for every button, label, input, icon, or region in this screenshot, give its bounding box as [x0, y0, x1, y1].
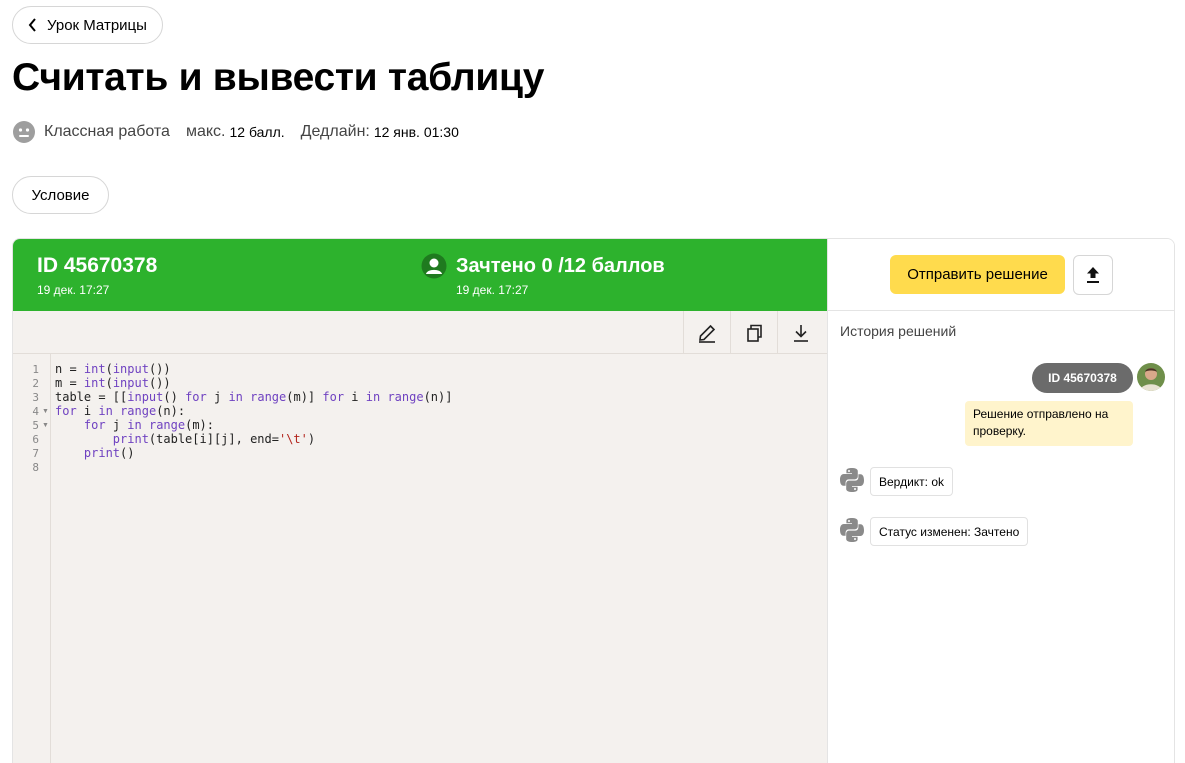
solution-history-panel: Отправить решение История решений ID 456…: [827, 239, 1174, 763]
solution-date: 19 дек. 17:27: [37, 283, 110, 297]
line-number: 4: [32, 405, 39, 418]
code-line: table = [[input() for j in range(m)] for…: [55, 390, 453, 404]
submit-solution-button[interactable]: Отправить решение: [890, 255, 1065, 294]
deadline-value: 12 янв. 01:30: [373, 124, 459, 140]
verdict-date: 19 дек. 17:27: [456, 283, 529, 297]
fold-toggle[interactable]: ▼: [42, 419, 49, 433]
code-editor[interactable]: 1 2 3 4 ▼ 5 ▼ 6 7 8 n = int(input()) m =…: [13, 311, 827, 763]
python-icon: [840, 468, 864, 492]
python-icon: [840, 518, 864, 542]
line-number: 6: [32, 433, 39, 446]
line-number: 3: [32, 391, 39, 404]
status-change-message: Статус изменен: Зачтено: [870, 517, 1029, 546]
copy-icon: [747, 324, 762, 342]
copy-button[interactable]: [730, 311, 777, 354]
code-line: for j in range(m):: [83, 418, 214, 432]
classwork-icon: [13, 121, 35, 143]
max-score-value: 12 балл.: [229, 124, 285, 140]
deadline-label: Дедлайн:: [300, 123, 370, 140]
user-verdict-icon: [421, 253, 447, 279]
line-number: 2: [32, 377, 39, 390]
submit-bar: Отправить решение: [828, 239, 1174, 311]
code-line: for i in range(n):: [55, 404, 186, 418]
code-content[interactable]: n = int(input()) m = int(input()) table …: [55, 362, 452, 474]
code-line: m = int(input()): [55, 376, 171, 390]
history-title: История решений: [840, 323, 957, 339]
solution-id-pill[interactable]: ID 45670378: [1032, 363, 1133, 393]
code-line: print(): [83, 446, 135, 460]
line-number: 8: [32, 461, 39, 474]
back-to-lesson-button[interactable]: Урок Матрицы: [12, 6, 163, 44]
condition-tab[interactable]: Условие: [12, 176, 109, 214]
line-number-gutter: 1 2 3 4 ▼ 5 ▼ 6 7 8: [13, 354, 51, 763]
max-score-label: макс.: [185, 123, 226, 140]
verdict-message: Вердикт: ok: [870, 467, 954, 496]
upload-file-button[interactable]: [1073, 255, 1113, 295]
line-number: 7: [32, 447, 39, 460]
edit-button[interactable]: [683, 311, 730, 354]
code-line: print(table[i][j], end='\t'): [112, 432, 316, 446]
line-number: 1: [32, 363, 39, 376]
upload-icon: [1087, 267, 1099, 283]
message-sent-for-review: Решение отправлено на проверку.: [965, 401, 1133, 446]
back-button-label: Урок Матрицы: [47, 16, 147, 34]
pencil-icon: [699, 324, 716, 343]
solution-status-bar: ID 45670378 19 дек. 17:27 Зачтено 0 /12 …: [13, 239, 827, 311]
task-type: Классная работа: [44, 123, 170, 140]
chevron-left-icon: [28, 18, 36, 32]
code-line: n = int(input()): [55, 362, 171, 376]
user-avatar: [1137, 363, 1165, 391]
download-button[interactable]: [777, 311, 824, 354]
solution-id: ID 45670378: [37, 254, 158, 277]
verdict-text: Зачтено 0 /12 баллов: [456, 255, 665, 277]
fold-toggle[interactable]: ▼: [42, 405, 49, 419]
page-title: Считать и вывести таблицу: [12, 56, 545, 99]
editor-toolbar: [13, 311, 827, 354]
task-meta: Классная работа макс. 12 балл. Дедлайн: …: [12, 120, 459, 144]
line-number: 5: [32, 419, 39, 432]
download-icon: [794, 324, 808, 342]
solution-workspace: ID 45670378 19 дек. 17:27 Зачтено 0 /12 …: [12, 238, 1175, 763]
